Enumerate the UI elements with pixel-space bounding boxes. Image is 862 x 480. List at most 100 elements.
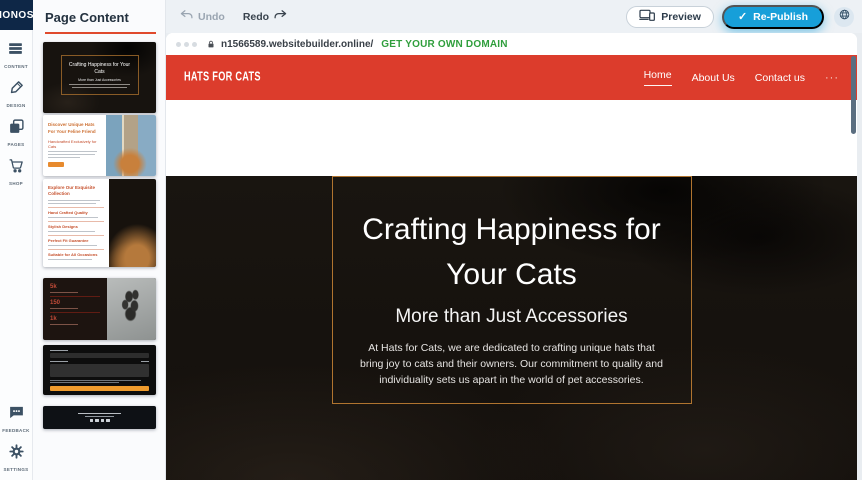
site-nav: Home About Us Contact us ··· — [644, 69, 839, 86]
sidebar: CONTENT DESIGN PAGES SHOP FEEDBACK SETTI… — [0, 30, 33, 480]
shop-cart-icon — [8, 157, 25, 179]
sidebar-item-shop[interactable]: SHOP — [8, 157, 25, 186]
form-label-placeholder — [50, 350, 68, 351]
thumb-hero-subtitle: More than Just Accessories — [65, 78, 135, 82]
thumb-hero-box: Crafting Happiness for Your Cats More th… — [61, 55, 139, 95]
text-placeholder — [48, 203, 96, 204]
sidebar-item-label: SHOP — [9, 181, 23, 186]
thumb-intro-subheading: Handcrafted Exclusively for Cats — [48, 139, 101, 149]
language-globe-button[interactable] — [834, 7, 854, 27]
thumb-collection-item: Suitable for All Occasions — [48, 249, 104, 260]
sidebar-item-label: PAGES — [8, 142, 25, 147]
pages-icon — [8, 118, 25, 140]
thumb-hero-title: Crafting Happiness for Your Cats — [65, 62, 135, 76]
form-textarea-placeholder — [50, 364, 149, 377]
text-placeholder — [48, 151, 97, 152]
form-note-placeholder — [50, 380, 141, 381]
undo-button[interactable]: Undo — [180, 9, 225, 24]
thumb-button-placeholder — [48, 162, 64, 167]
preview-button[interactable]: Preview — [626, 6, 714, 28]
window-dots — [176, 42, 197, 47]
thumbnail-hero-section[interactable]: Crafting Happiness for Your Cats More th… — [43, 42, 156, 113]
text-placeholder — [69, 84, 129, 85]
hero-subtitle[interactable]: More than Just Accessories — [333, 306, 691, 328]
stat-divider — [50, 312, 100, 313]
sidebar-item-content[interactable]: CONTENT — [4, 40, 28, 69]
thumb-intro-heading: Discover Unique Hats For Your Feline Fri… — [48, 122, 101, 136]
get-domain-link[interactable]: GET YOUR OWN DOMAIN — [381, 39, 507, 50]
republish-label: Re-Publish — [753, 11, 808, 23]
text-placeholder — [48, 200, 100, 201]
design-icon — [8, 79, 25, 101]
sidebar-item-label: CONTENT — [4, 64, 28, 69]
thumb-item-label: Perfect Fit Guarantee — [48, 238, 104, 243]
thumbnail-stats-section[interactable]: 5k 150 1k — [43, 278, 156, 340]
feedback-bubble-icon — [8, 404, 25, 426]
hero-paragraph[interactable]: At Hats for Cats, we are dedicated to cr… — [356, 341, 668, 388]
website-builder-app: IONOS CONTENT DESIGN PAGES SHOP FEEDBACK… — [0, 0, 862, 480]
sidebar-item-feedback[interactable]: FEEDBACK — [2, 404, 29, 433]
page-content-panel: Page Content Crafting Happiness for Your… — [33, 0, 166, 480]
editor-toolbar: Undo Redo Preview ✓ Re-Publish — [166, 0, 862, 33]
thumb-pawprint-photo — [107, 278, 156, 340]
preview-label: Preview — [661, 11, 701, 23]
hero-section[interactable]: Crafting Happiness for Your Cats More th… — [166, 176, 857, 480]
thumbnail-footer-section[interactable] — [43, 406, 156, 429]
site-preview-frame: n1566589.websitebuilder.online/ GET YOUR… — [166, 33, 857, 480]
thumb-collection-heading: Explore Our Exquisite Collection — [48, 185, 104, 198]
stat-label-placeholder — [50, 308, 78, 309]
thumb-collection-item: Stylish Designs — [48, 221, 104, 232]
thumbnail-contact-form-section[interactable] — [43, 345, 156, 395]
nav-item-about-us[interactable]: About Us — [692, 72, 735, 84]
redo-button[interactable]: Redo — [243, 9, 287, 24]
section-thumbnails: Crafting Happiness for Your Cats More th… — [33, 34, 165, 429]
stat-divider — [50, 296, 100, 297]
sidebar-item-design[interactable]: DESIGN — [6, 79, 25, 108]
thumb-item-label: Suitable for All Occasions — [48, 252, 104, 257]
globe-icon — [838, 8, 851, 26]
form-submit-placeholder — [50, 386, 149, 391]
undo-icon — [180, 9, 194, 24]
social-icons-placeholder — [90, 419, 110, 423]
thumb-collection-item: Perfect Fit Guarantee — [48, 235, 104, 246]
hero-title[interactable]: Crafting Happiness for Your Cats — [336, 207, 688, 297]
settings-gear-icon — [8, 443, 25, 465]
form-note-placeholder — [50, 382, 119, 383]
stat-value: 5k — [50, 284, 100, 290]
thumb-cat-street-photo — [106, 115, 156, 176]
stat-label-placeholder — [50, 324, 78, 325]
thumb-intro-text: Discover Unique Hats For Your Feline Fri… — [43, 115, 106, 176]
nav-item-contact-us[interactable]: Contact us — [755, 72, 805, 84]
lock-icon — [206, 39, 216, 50]
hero-bordered-box[interactable]: Crafting Happiness for Your Cats More th… — [332, 176, 692, 404]
nav-item-home[interactable]: Home — [644, 69, 672, 86]
sidebar-item-label: FEEDBACK — [2, 428, 29, 433]
check-icon: ✓ — [738, 10, 747, 23]
redo-icon — [273, 9, 287, 24]
thumbnail-intro-section[interactable]: Discover Unique Hats For Your Feline Fri… — [43, 115, 156, 176]
preview-scrollbar-thumb[interactable] — [851, 56, 856, 134]
browser-address-bar: n1566589.websitebuilder.online/ GET YOUR… — [166, 33, 857, 55]
form-labels-row — [50, 361, 149, 362]
sidebar-item-pages[interactable]: PAGES — [8, 118, 25, 147]
thumb-item-label: Hand Crafted Quality — [48, 210, 104, 215]
thumb-item-label: Stylish Designs — [48, 224, 104, 229]
stat-value: 150 — [50, 300, 100, 306]
text-placeholder — [48, 157, 80, 158]
site-brand-logo[interactable]: HATS FOR CATS — [184, 70, 261, 84]
undo-label: Undo — [198, 11, 225, 23]
content-icon — [7, 40, 24, 62]
thumbnail-collection-section[interactable]: Explore Our Exquisite Collection Hand Cr… — [43, 179, 156, 267]
sidebar-item-label: SETTINGS — [4, 467, 29, 472]
footer-text-placeholder — [78, 413, 121, 414]
sidebar-item-settings[interactable]: SETTINGS — [4, 443, 29, 472]
site-header[interactable]: HATS FOR CATS Home About Us Contact us ·… — [166, 55, 857, 100]
text-placeholder — [48, 245, 97, 246]
nav-more-icon[interactable]: ··· — [825, 72, 839, 84]
stat-value: 1k — [50, 316, 100, 322]
ionos-logo[interactable]: IONOS — [0, 0, 33, 30]
text-placeholder — [48, 231, 95, 232]
sidebar-item-label: DESIGN — [6, 103, 25, 108]
site-url[interactable]: n1566589.websitebuilder.online/ — [221, 39, 373, 50]
republish-button[interactable]: ✓ Re-Publish — [722, 5, 824, 29]
